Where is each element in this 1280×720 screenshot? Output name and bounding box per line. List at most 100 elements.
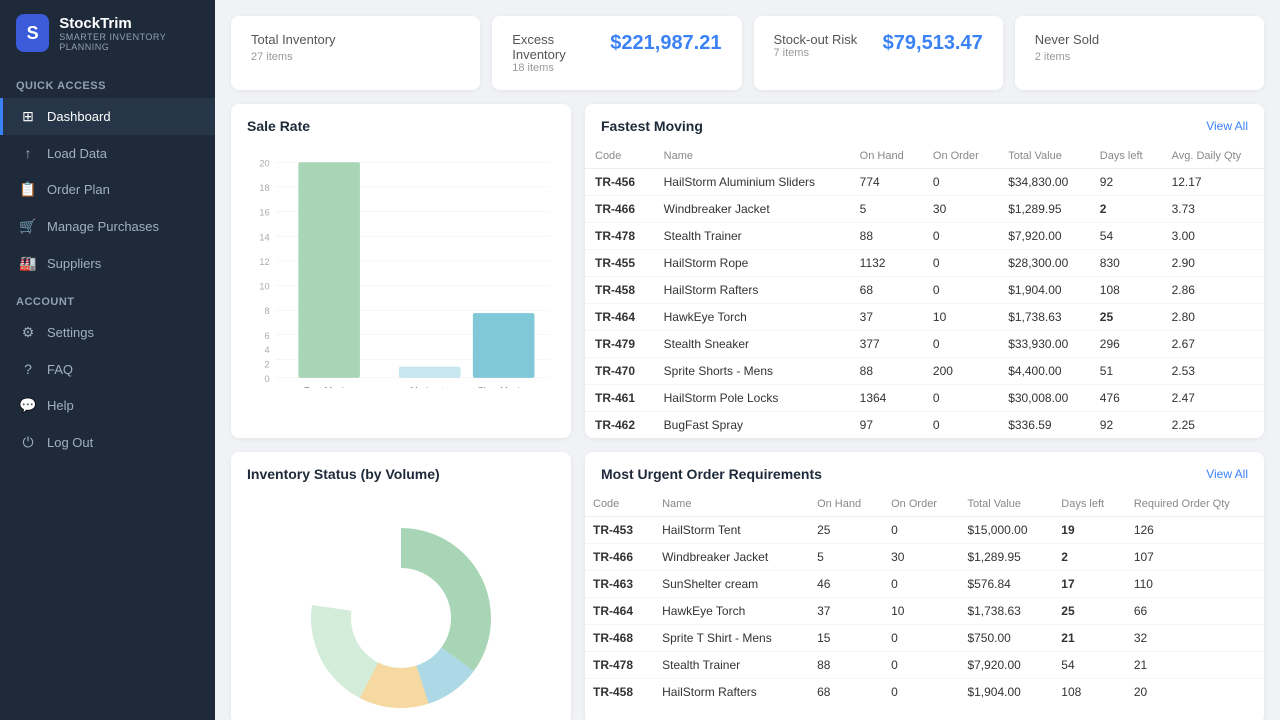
- kpi-excess-inventory: Excess Inventory 18 items $221,987.21: [492, 16, 741, 90]
- col-total-value: Total Value: [998, 144, 1090, 169]
- load-data-icon: ↑: [19, 145, 37, 161]
- cell-days-left: 54: [1090, 223, 1162, 250]
- sidebar-item-dashboard[interactable]: ⊞ Dashboard: [0, 98, 215, 135]
- cell-code: TR-455: [585, 250, 654, 277]
- cell-on-hand: 37: [850, 304, 923, 331]
- main-content: Total Inventory 27 items Excess Inventor…: [215, 0, 1280, 720]
- col-total-value: Total Value: [959, 492, 1053, 517]
- kpi-stockout-risk: Stock-out Risk 7 items $79,513.47: [754, 16, 1003, 90]
- cell-on-order: 10: [883, 598, 959, 625]
- cell-on-hand: 774: [850, 169, 923, 196]
- slow-moving-bar: [473, 313, 535, 378]
- moderate-bar: [399, 367, 461, 378]
- sidebar-item-logout[interactable]: ⏻ Log Out: [0, 424, 215, 461]
- cell-on-order: 0: [923, 412, 998, 439]
- svg-text:12: 12: [259, 257, 269, 267]
- cell-on-order: 30: [923, 196, 998, 223]
- cell-total-value: $7,920.00: [998, 223, 1090, 250]
- svg-text:14: 14: [259, 232, 269, 242]
- fastest-moving-header: Fastest Moving View All: [585, 104, 1264, 144]
- table-row: TR-466 Windbreaker Jacket 5 30 $1,289.95…: [585, 544, 1264, 571]
- fastest-moving-table: Code Name On Hand On Order Total Value D…: [585, 144, 1264, 438]
- cell-req-qty: 126: [1126, 517, 1264, 544]
- sale-rate-chart: 20 18 16 14 12 10 8 6 4 2 0: [247, 152, 555, 388]
- table-row: TR-462 BugFast Spray 97 0 $336.59 92 2.2…: [585, 412, 1264, 439]
- cell-days-left: 25: [1090, 304, 1162, 331]
- quick-access-label: Quick Access: [0, 66, 215, 98]
- cell-avg-daily: 3.00: [1162, 223, 1264, 250]
- most-urgent-panel: Most Urgent Order Requirements View All …: [585, 452, 1264, 720]
- most-urgent-table: Code Name On Hand On Order Total Value D…: [585, 492, 1264, 705]
- cell-code: TR-461: [585, 385, 654, 412]
- donut-area: [231, 492, 571, 720]
- cell-code: TR-478: [585, 652, 654, 679]
- fastest-moving-table-wrap: Code Name On Hand On Order Total Value D…: [585, 144, 1264, 438]
- cell-name: HawkEye Torch: [654, 304, 850, 331]
- cell-avg-daily: 3.73: [1162, 196, 1264, 223]
- cell-days-left: 92: [1090, 412, 1162, 439]
- cell-code: TR-458: [585, 277, 654, 304]
- fastest-moving-view-all[interactable]: View All: [1206, 119, 1248, 133]
- cell-on-hand: 15: [809, 625, 883, 652]
- kpi-row: Total Inventory 27 items Excess Inventor…: [231, 16, 1264, 90]
- cell-on-hand: 97: [850, 412, 923, 439]
- settings-icon: ⚙: [19, 324, 37, 341]
- cell-on-order: 0: [923, 331, 998, 358]
- cell-days-left: 19: [1053, 517, 1126, 544]
- kpi-never-sold: Never Sold 2 items: [1015, 16, 1264, 90]
- kpi-label-block: Excess Inventory 18 items: [512, 32, 610, 74]
- col-req-qty: Required Order Qty: [1126, 492, 1264, 517]
- sale-rate-title: Sale Rate: [247, 118, 310, 134]
- kpi-total-inventory: Total Inventory 27 items: [231, 16, 480, 90]
- cell-total-value: $34,830.00: [998, 169, 1090, 196]
- logout-icon: ⏻: [19, 434, 37, 451]
- col-name: Name: [654, 492, 809, 517]
- cell-days-left: 54: [1053, 652, 1126, 679]
- cell-on-order: 200: [923, 358, 998, 385]
- bottom-panels-row: Inventory Status (by Volume): [231, 452, 1264, 720]
- cell-name: Stealth Trainer: [654, 223, 850, 250]
- logo-area: S StockTrim Smarter Inventory Planning: [0, 0, 215, 66]
- sidebar-item-load-data[interactable]: ↑ Load Data: [0, 135, 215, 171]
- cell-on-hand: 68: [809, 679, 883, 706]
- cell-on-hand: 1364: [850, 385, 923, 412]
- table-row: TR-463 SunShelter cream 46 0 $576.84 17 …: [585, 571, 1264, 598]
- donut-chart: [251, 508, 551, 708]
- sidebar-item-label: Suppliers: [47, 256, 101, 271]
- table-row: TR-466 Windbreaker Jacket 5 30 $1,289.95…: [585, 196, 1264, 223]
- sidebar-item-label: Log Out: [47, 435, 93, 450]
- cell-on-hand: 1132: [850, 250, 923, 277]
- sidebar-item-manage-purchases[interactable]: 🛒 Manage Purchases: [0, 208, 215, 245]
- sidebar-item-suppliers[interactable]: 🏭 Suppliers: [0, 245, 215, 282]
- cell-code: TR-466: [585, 196, 654, 223]
- cell-total-value: $28,300.00: [998, 250, 1090, 277]
- table-row: TR-479 Stealth Sneaker 377 0 $33,930.00 …: [585, 331, 1264, 358]
- cell-total-value: $15,000.00: [959, 517, 1053, 544]
- cell-code: TR-464: [585, 304, 654, 331]
- cell-name: HailStorm Rope: [654, 250, 850, 277]
- sidebar-item-faq[interactable]: ? FAQ: [0, 351, 215, 387]
- sidebar-item-order-plan[interactable]: 📋 Order Plan: [0, 171, 215, 208]
- cell-on-order: 0: [883, 679, 959, 706]
- sale-rate-header: Sale Rate: [231, 104, 571, 144]
- cell-total-value: $1,738.63: [998, 304, 1090, 331]
- col-days-left: Days left: [1090, 144, 1162, 169]
- table-row: TR-470 Sprite Shorts - Mens 88 200 $4,40…: [585, 358, 1264, 385]
- cell-total-value: $1,904.00: [998, 277, 1090, 304]
- most-urgent-view-all[interactable]: View All: [1206, 467, 1248, 481]
- inventory-status-panel: Inventory Status (by Volume): [231, 452, 571, 720]
- inventory-status-title: Inventory Status (by Volume): [247, 466, 440, 482]
- kpi-top: Excess Inventory 18 items $221,987.21: [512, 32, 721, 74]
- cell-total-value: $4,400.00: [998, 358, 1090, 385]
- sidebar-item-help[interactable]: 💬 Help: [0, 387, 215, 424]
- fastest-moving-title: Fastest Moving: [601, 118, 703, 134]
- cell-on-hand: 88: [809, 652, 883, 679]
- svg-text:18: 18: [259, 183, 269, 193]
- cell-code: TR-453: [585, 517, 654, 544]
- cell-days-left: 51: [1090, 358, 1162, 385]
- cell-days-left: 25: [1053, 598, 1126, 625]
- top-panels-row: Sale Rate 20 18 16 14 12 10 8 6 4 2 0: [231, 104, 1264, 438]
- svg-text:Slow Moving: Slow Moving: [478, 385, 530, 388]
- sidebar-item-settings[interactable]: ⚙ Settings: [0, 314, 215, 351]
- bar-chart-area: 20 18 16 14 12 10 8 6 4 2 0: [231, 144, 571, 407]
